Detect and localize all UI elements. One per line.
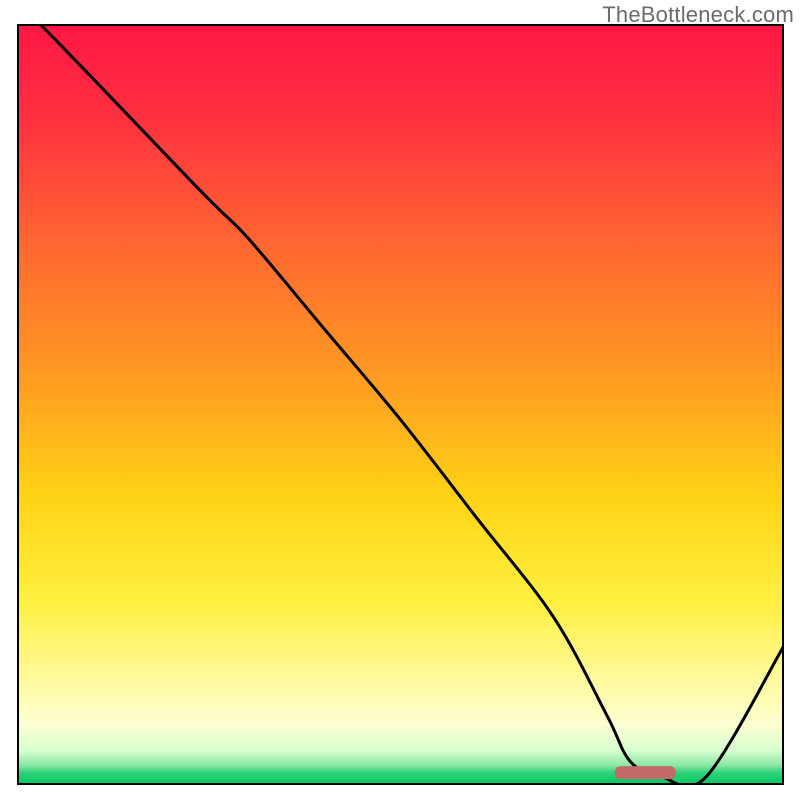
chart-svg (0, 0, 800, 800)
bottleneck-chart: TheBottleneck.com (0, 0, 800, 800)
optimal-marker (615, 766, 676, 779)
plot-background (18, 25, 783, 784)
watermark-text: TheBottleneck.com (602, 2, 794, 28)
